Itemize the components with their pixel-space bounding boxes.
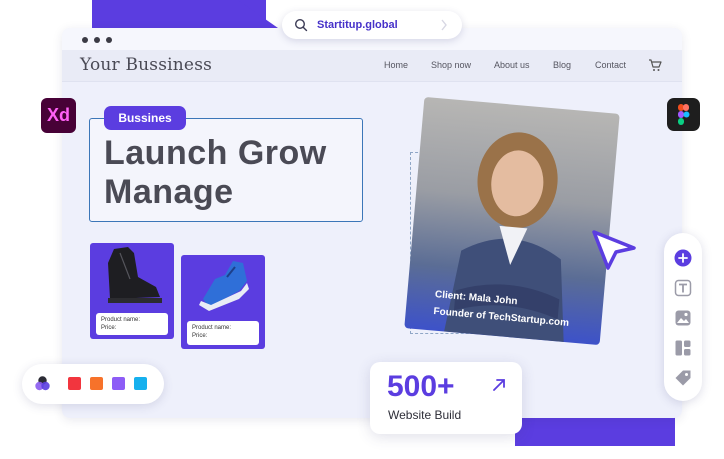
nav-contact[interactable]: Contact xyxy=(595,60,626,70)
product-price-label: Price: xyxy=(192,333,208,339)
adobe-xd-icon: Xd xyxy=(41,98,76,133)
site-brand[interactable]: Your Bussiness xyxy=(80,55,212,75)
product-price-label: Price: xyxy=(101,325,117,331)
editor-toolbar xyxy=(664,233,702,401)
chevron-right-icon xyxy=(441,19,447,31)
arrow-up-right-icon[interactable] xyxy=(492,378,506,392)
product-name-label: Product name: xyxy=(101,317,141,323)
hero-headline-line-1: Launch Grow xyxy=(104,134,327,172)
stat-card: 500+ Website Build xyxy=(370,362,522,434)
text-icon[interactable] xyxy=(674,279,692,297)
plus-icon[interactable] xyxy=(674,249,692,267)
product-info: Product name: Price: xyxy=(96,313,168,335)
nav-blog[interactable]: Blog xyxy=(553,60,571,70)
site-navbar: Your Bussiness Home Shop now About us Bl… xyxy=(62,50,682,82)
search-icon xyxy=(294,18,308,32)
hero-headline-line-2: Manage xyxy=(104,173,234,211)
figma-logo-icon xyxy=(667,98,700,131)
window-dot xyxy=(106,37,112,43)
sneaker-image xyxy=(199,261,249,311)
layout-icon[interactable] xyxy=(674,339,692,357)
color-palette xyxy=(22,364,164,404)
nav-shop-now[interactable]: Shop now xyxy=(431,60,471,70)
nav-about-us[interactable]: About us xyxy=(494,60,530,70)
cursor-arrow-icon xyxy=(592,230,636,270)
palette-icon[interactable] xyxy=(34,375,51,392)
tag-icon[interactable] xyxy=(674,369,692,387)
color-swatch[interactable] xyxy=(90,377,103,390)
boot-image xyxy=(108,247,162,303)
image-icon[interactable] xyxy=(674,309,692,327)
hero-headline: Launch Grow Manage xyxy=(104,134,327,212)
window-dot xyxy=(82,37,88,43)
hero-tag: Bussines xyxy=(104,106,186,130)
product-card[interactable]: Product name: Price: xyxy=(90,243,174,339)
cart-icon[interactable] xyxy=(648,58,662,72)
product-info: Product name: Price: xyxy=(187,321,259,345)
window-dot xyxy=(94,37,100,43)
product-card[interactable]: Product name: Price: xyxy=(181,255,265,349)
stat-number: 500+ xyxy=(387,370,455,403)
color-swatch[interactable] xyxy=(134,377,147,390)
search-bar[interactable]: Startitup.global xyxy=(282,11,462,39)
nav-home[interactable]: Home xyxy=(384,60,408,70)
product-name-label: Product name: xyxy=(192,325,232,331)
color-swatch[interactable] xyxy=(68,377,81,390)
decor-block-bottom xyxy=(515,416,675,446)
stat-label: Website Build xyxy=(388,408,462,422)
color-swatch[interactable] xyxy=(112,377,125,390)
search-text: Startitup.global xyxy=(317,19,398,31)
